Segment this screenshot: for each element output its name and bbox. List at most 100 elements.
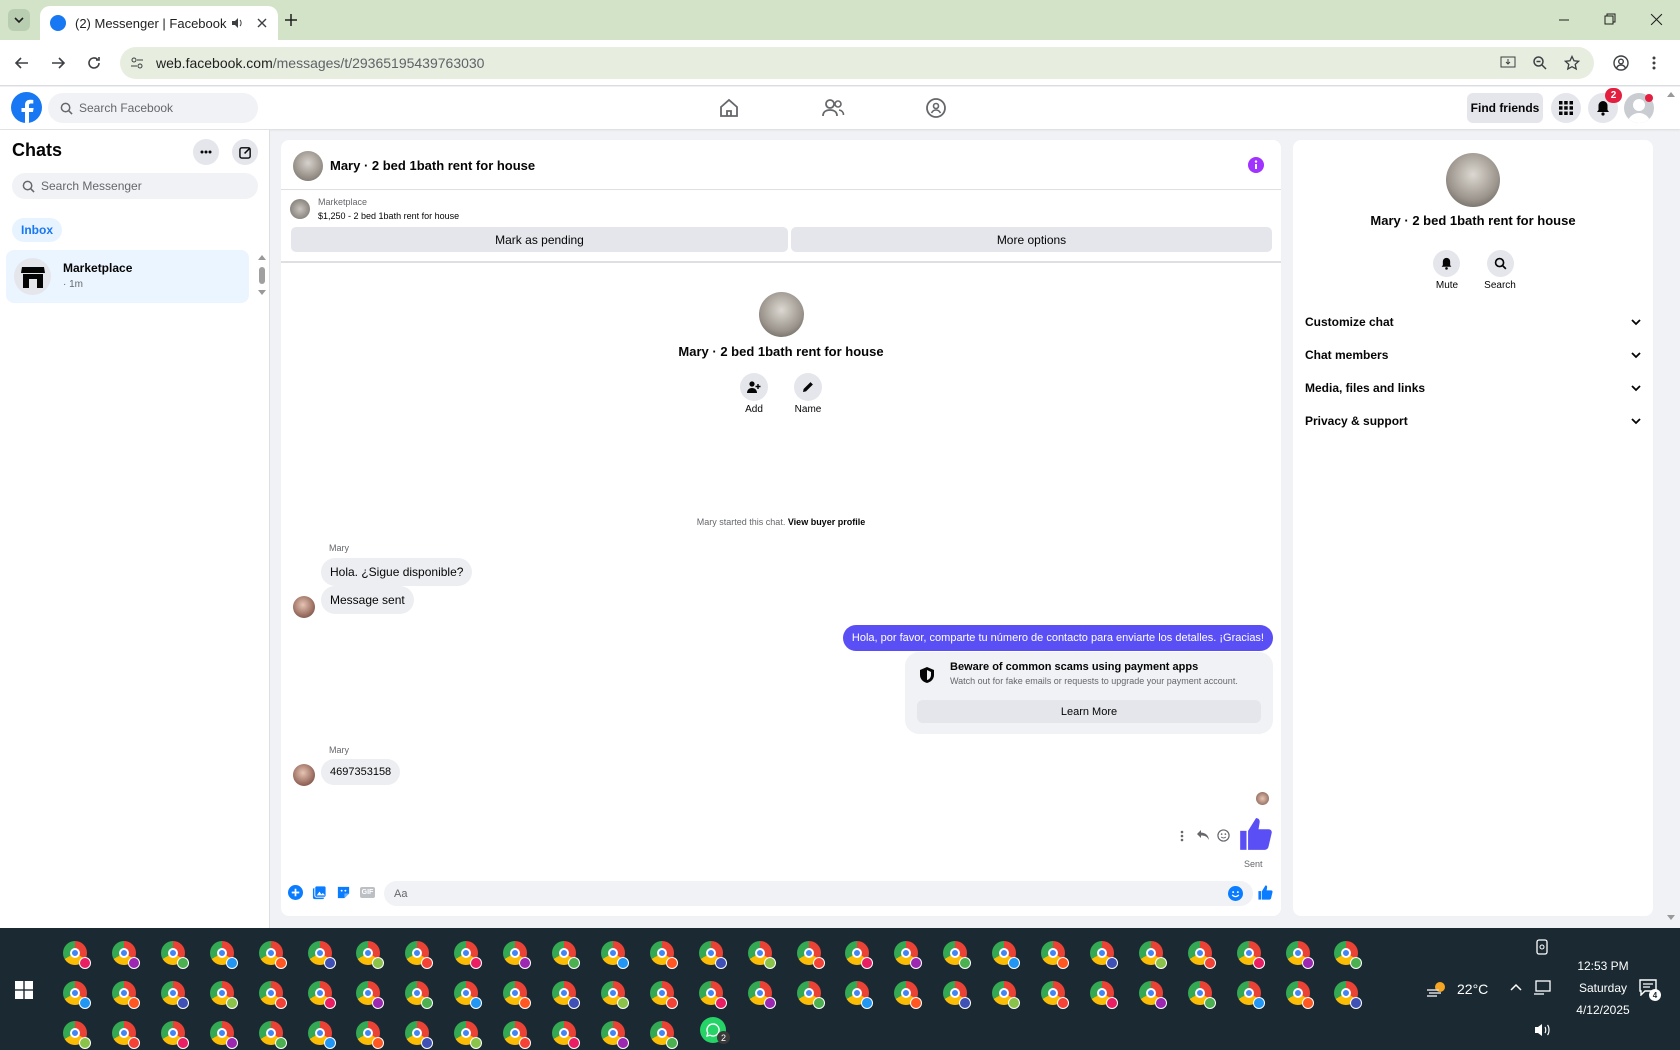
mark-as-pending-button[interactable]: Mark as pending [291, 227, 788, 252]
tablet-mode-icon[interactable] [1535, 939, 1549, 955]
message-bubble[interactable]: Message sent [321, 586, 414, 614]
restore-icon[interactable] [1604, 13, 1616, 25]
chrome-window-icon[interactable] [160, 981, 189, 1009]
listing-thumbnail[interactable] [290, 199, 310, 219]
mute-button[interactable] [1433, 250, 1460, 277]
reply-icon[interactable] [1196, 829, 1210, 841]
chrome-window-icon[interactable] [63, 981, 91, 1009]
chrome-window-icon[interactable] [649, 981, 678, 1009]
chrome-window-icon[interactable] [1138, 981, 1167, 1009]
chrome-window-icon[interactable] [1236, 981, 1265, 1009]
learn-more-button[interactable]: Learn More [917, 700, 1261, 723]
sent-message-bubble[interactable]: Hola, por favor, comparte tu número de c… [842, 625, 1273, 651]
chrome-window-icon[interactable] [649, 941, 678, 969]
chrome-window-icon[interactable] [356, 1021, 385, 1049]
chrome-window-icon[interactable] [845, 981, 874, 1009]
chrome-window-icon[interactable] [405, 981, 434, 1009]
chrome-window-icon[interactable] [307, 1021, 336, 1049]
page-scroll-down-icon[interactable] [1667, 915, 1675, 921]
like-button-icon[interactable] [1257, 884, 1274, 901]
clock-time[interactable]: 12:53 PM [1563, 959, 1643, 973]
friends-icon[interactable] [821, 97, 845, 119]
more-options-button[interactable]: More options [791, 227, 1272, 252]
address-bar[interactable]: web.facebook.com/messages/t/293651954397… [120, 47, 1594, 79]
listing-title[interactable]: $1,250 - 2 bed 1bath rent for house [318, 211, 459, 221]
back-arrow-icon[interactable] [14, 55, 30, 71]
mary-avatar[interactable] [293, 596, 315, 618]
add-people-button[interactable] [740, 373, 768, 401]
forward-arrow-icon[interactable] [50, 55, 66, 71]
profile-icon[interactable] [1613, 55, 1629, 71]
browser-tab[interactable]: (2) Messenger | Facebook [40, 6, 278, 40]
chrome-window-icon[interactable] [258, 941, 287, 969]
chrome-window-icon[interactable] [209, 1021, 238, 1049]
chrome-window-icon[interactable] [600, 981, 629, 1009]
chrome-window-icon[interactable] [845, 941, 874, 969]
chrome-window-icon[interactable] [943, 981, 972, 1009]
bookmark-star-icon[interactable] [1558, 49, 1586, 77]
emoji-icon[interactable] [1228, 886, 1243, 901]
chrome-window-icon[interactable] [552, 1021, 580, 1049]
new-tab-icon[interactable] [284, 13, 298, 27]
facebook-search-input[interactable]: Search Facebook [48, 93, 258, 123]
weather-icon[interactable] [1426, 980, 1448, 998]
clock-day[interactable]: Saturday [1563, 981, 1643, 995]
chrome-window-icon[interactable] [111, 941, 140, 969]
info-avatar[interactable] [1446, 153, 1500, 207]
zoom-icon[interactable] [1526, 49, 1554, 77]
chrome-window-icon[interactable] [1041, 941, 1069, 969]
chrome-window-icon[interactable] [503, 1021, 532, 1049]
chrome-window-icon[interactable] [63, 1021, 91, 1049]
new-message-button[interactable] [232, 139, 258, 165]
chrome-window-icon[interactable] [356, 941, 385, 969]
chrome-window-icon[interactable] [943, 941, 972, 969]
media-files-links-section[interactable]: Media, files and links [1305, 375, 1641, 401]
message-bubble[interactable]: 4697353158 [321, 759, 401, 785]
message-bubble[interactable]: Hola. ¿Sigue disponible? [321, 558, 473, 586]
home-icon[interactable] [718, 97, 740, 119]
message-more-icon[interactable] [1180, 830, 1184, 842]
chrome-window-icon[interactable] [1285, 941, 1314, 969]
speaker-icon[interactable] [230, 16, 244, 30]
chrome-window-icon[interactable] [600, 1021, 629, 1049]
chrome-window-icon[interactable] [503, 981, 532, 1009]
chrome-window-icon[interactable] [209, 981, 238, 1009]
chrome-window-icon[interactable] [503, 941, 532, 969]
chrome-window-icon[interactable] [747, 981, 776, 1009]
chrome-window-icon[interactable] [698, 981, 727, 1009]
chrome-window-icon[interactable] [258, 1021, 287, 1049]
chevron-up-icon[interactable] [1510, 983, 1522, 991]
chrome-window-icon[interactable] [992, 941, 1021, 969]
inbox-filter-chip[interactable]: Inbox [12, 218, 62, 242]
chat-options-button[interactable] [193, 139, 219, 165]
chrome-window-icon[interactable] [796, 941, 825, 969]
chrome-window-icon[interactable] [552, 941, 580, 969]
customize-chat-section[interactable]: Customize chat [1305, 309, 1641, 335]
chrome-window-icon[interactable] [307, 941, 336, 969]
intro-avatar[interactable] [759, 292, 804, 337]
chrome-window-icon[interactable] [111, 981, 140, 1009]
install-app-icon[interactable] [1494, 49, 1522, 77]
thumbs-up-sticker-icon[interactable] [1237, 815, 1275, 853]
close-tab-icon[interactable] [256, 17, 268, 29]
chrome-window-icon[interactable] [747, 941, 776, 969]
chrome-window-icon[interactable] [1187, 981, 1216, 1009]
chrome-window-icon[interactable] [160, 1021, 189, 1049]
sidebar-scrollbar-thumb[interactable] [259, 267, 265, 284]
scroll-up-icon[interactable] [258, 254, 266, 260]
facebook-logo[interactable] [11, 92, 42, 123]
menu-button[interactable] [1551, 93, 1581, 123]
chrome-window-icon[interactable] [1334, 941, 1363, 969]
mary-avatar[interactable] [293, 764, 315, 786]
chrome-window-icon[interactable] [307, 981, 336, 1009]
chrome-window-icon[interactable] [649, 1021, 678, 1049]
sticker-icon[interactable] [336, 885, 351, 900]
reload-icon[interactable] [86, 55, 102, 71]
chat-members-section[interactable]: Chat members [1305, 342, 1641, 368]
chrome-window-icon[interactable] [258, 981, 287, 1009]
chat-list-item[interactable]: Marketplace · 1m [6, 250, 249, 303]
chrome-window-icon[interactable] [1236, 941, 1265, 969]
search-in-chat-button[interactable] [1487, 250, 1514, 277]
chrome-window-icon[interactable] [1187, 941, 1216, 969]
chrome-window-icon[interactable] [1089, 941, 1118, 969]
